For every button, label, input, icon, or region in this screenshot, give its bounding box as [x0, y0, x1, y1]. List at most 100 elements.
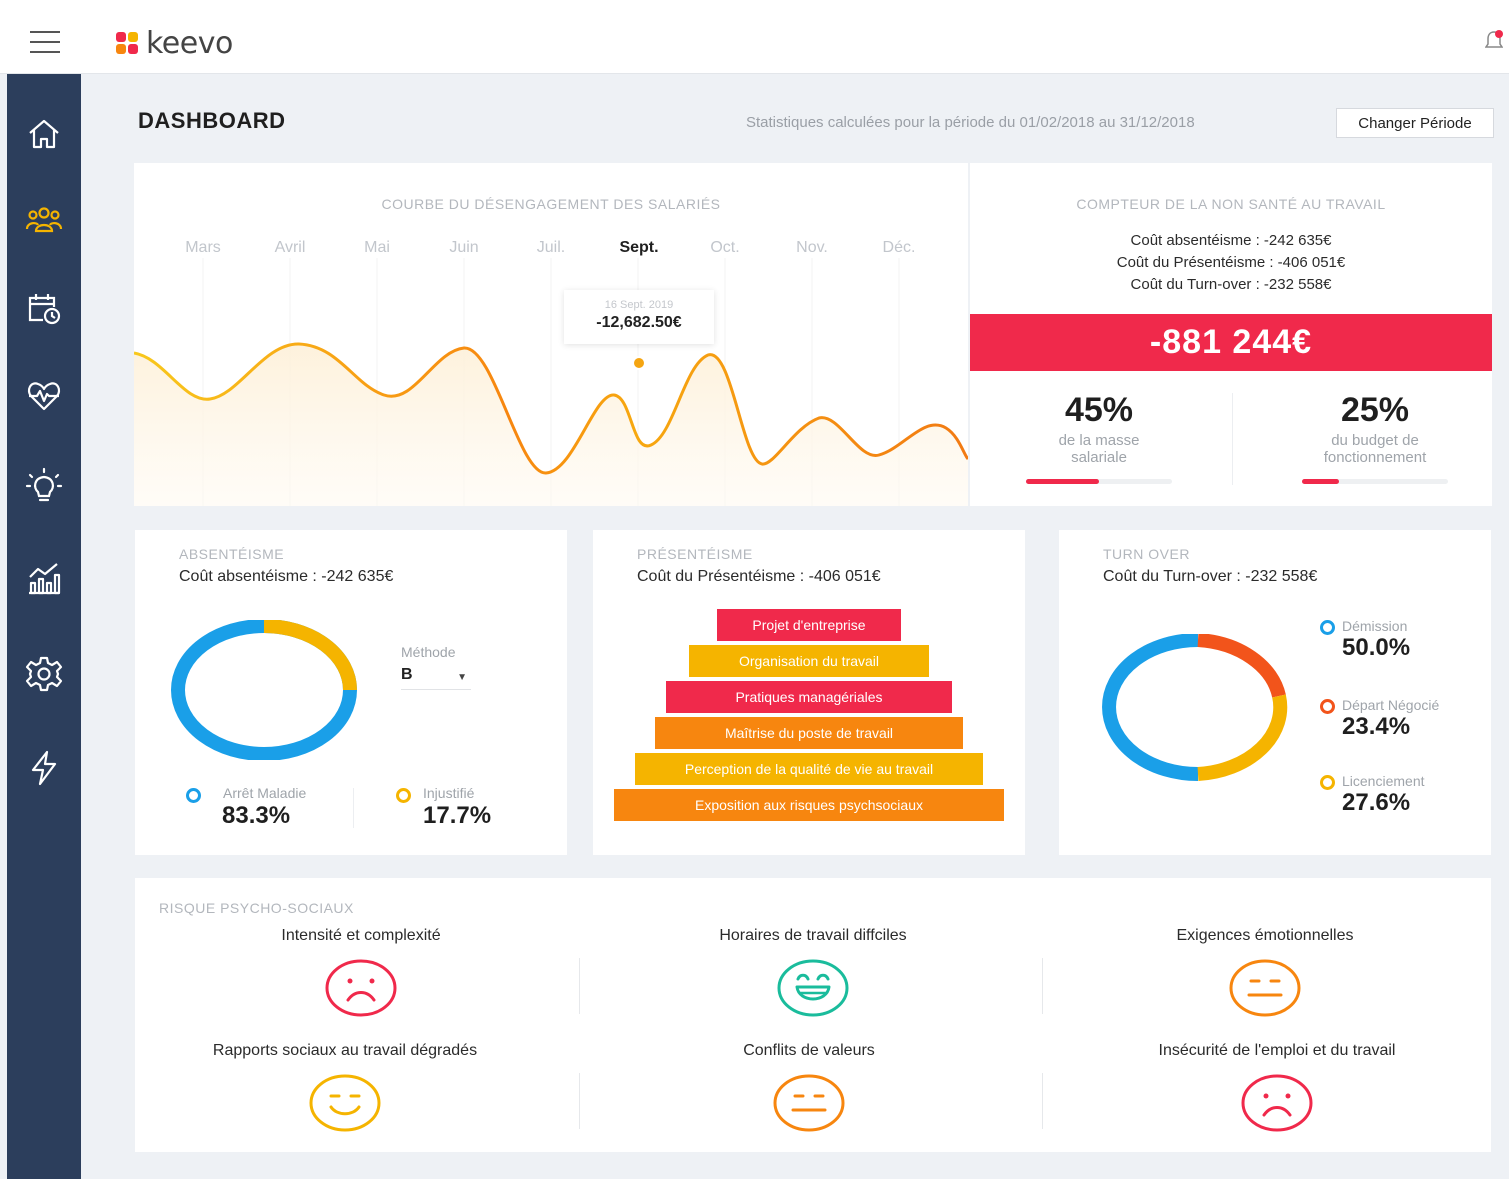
- month-label[interactable]: Oct.: [685, 239, 765, 257]
- non-health-counter-card: COMPTEUR DE LA NON SANTÉ AU TRAVAIL Coût…: [970, 163, 1492, 506]
- legend-label: Licenciement: [1342, 773, 1425, 789]
- turnover-subtitle: Coût du Turn-over : -232 558€: [1103, 568, 1318, 585]
- nav-actions[interactable]: [7, 738, 81, 798]
- legend-label: Arrêt Maladie: [223, 785, 307, 801]
- pyramid-level[interactable]: Pratiques managériales: [666, 681, 952, 713]
- budget-pct-label: du budget de fonctionnement: [1323, 432, 1427, 466]
- chart-tooltip: 16 Sept. 2019 -12,682.50€: [564, 290, 714, 344]
- month-label[interactable]: Déc.: [859, 239, 939, 257]
- turnover-card: TURN OVER Coût du Turn-over : -232 558€ …: [1059, 530, 1491, 855]
- tooltip-date: 16 Sept. 2019: [604, 299, 674, 311]
- budget-progress-fill: [1302, 479, 1339, 484]
- turnover-donut: [1102, 634, 1288, 781]
- legend-dot-negotiated: [1320, 699, 1335, 714]
- analytics-chart-icon: [29, 563, 61, 595]
- month-label[interactable]: Juin: [424, 239, 504, 257]
- pyramid-level[interactable]: Maîtrise du poste de travail: [655, 717, 963, 749]
- logo-text: keevo: [146, 26, 233, 61]
- neutral-face-icon: [773, 1074, 845, 1132]
- smile-face-icon: [309, 1074, 381, 1132]
- pyramid-level[interactable]: Organisation du travail: [689, 645, 929, 677]
- pyramid-level[interactable]: Exposition aux risques psychsociaux: [614, 789, 1004, 821]
- method-value: B: [401, 666, 413, 683]
- legend-dot-resignation: [1320, 620, 1335, 635]
- payroll-pct-value: 45%: [1064, 391, 1134, 429]
- legend-label: Injustifié: [423, 785, 475, 801]
- risk-item[interactable]: Rapports sociaux au travail dégradés: [119, 1042, 571, 1139]
- risk-divider: [1042, 1073, 1043, 1129]
- tooltip-value: -12,682.50€: [596, 314, 682, 331]
- bell-icon[interactable]: [1484, 30, 1504, 52]
- presenteeism-card: PRÉSENTÉISME Coût du Présentéisme : -406…: [593, 530, 1025, 855]
- risk-item[interactable]: Conflits de valeurs: [583, 1042, 1035, 1139]
- absenteeism-card: ABSENTÉISME Coût absentéisme : -242 635€…: [135, 530, 567, 855]
- turnover-cost-line: Coût du Turn-over : -232 558€: [1130, 276, 1332, 293]
- risk-title: RISQUE PSYCHO-SOCIAUX: [159, 900, 354, 916]
- month-label[interactable]: Mai: [337, 239, 417, 257]
- selected-point[interactable]: [632, 356, 646, 370]
- risk-label: Insécurité de l'emploi et du travail: [1158, 1042, 1396, 1059]
- calendar-clock-icon: [28, 294, 61, 325]
- method-select[interactable]: B ▼: [401, 666, 471, 690]
- turnover-title: TURN OVER: [1103, 546, 1190, 562]
- month-label-active[interactable]: Sept.: [599, 239, 679, 257]
- legend-divider: [353, 788, 354, 828]
- budget-percentage: 25% du budget de fonctionnement: [1275, 391, 1475, 466]
- lightbulb-icon: [25, 467, 63, 502]
- legend-value: 83.3%: [222, 802, 291, 829]
- risk-item[interactable]: Insécurité de l'emploi et du travail: [1051, 1042, 1503, 1139]
- turnover-negotiated-arc[interactable]: [1197, 634, 1286, 698]
- logo[interactable]: keevo: [116, 26, 233, 61]
- legend-value: 23.4%: [1342, 713, 1411, 740]
- risk-item[interactable]: Intensité et complexité: [135, 927, 587, 1024]
- change-period-button[interactable]: Changer Période: [1336, 108, 1494, 138]
- caret-down-icon: ▼: [457, 672, 467, 683]
- risk-label: Intensité et complexité: [281, 927, 441, 944]
- happy-face-icon: [777, 959, 849, 1017]
- payroll-progress-bar: [1026, 479, 1172, 484]
- absenteeism-title: ABSENTÉISME: [179, 546, 285, 562]
- legend-value: 17.7%: [423, 802, 492, 829]
- sidebar: [7, 74, 81, 1179]
- presenteeism-cost-line: Coût du Présentéisme : -406 051€: [1116, 254, 1346, 271]
- nav-analytics[interactable]: [7, 548, 81, 608]
- turnover-resignation-arc[interactable]: [1102, 634, 1199, 781]
- top-bar: keevo: [0, 0, 1509, 74]
- nav-planning[interactable]: [7, 278, 81, 338]
- payroll-pct-label: de la masse salariale: [1058, 432, 1140, 466]
- legend-value: 27.6%: [1342, 789, 1411, 816]
- month-label[interactable]: Mars: [163, 239, 243, 257]
- legend-label: Démission: [1342, 618, 1408, 634]
- counter-cost-lines: Coût absentéisme : -242 635€ Coût du Pré…: [970, 230, 1492, 296]
- counter-title: COMPTEUR DE LA NON SANTÉ AU TRAVAIL: [1076, 196, 1386, 212]
- home-icon: [29, 119, 59, 149]
- nav-home[interactable]: [7, 104, 81, 164]
- legend-dot-sick-leave: [186, 788, 201, 803]
- turnover-dismissal-arc[interactable]: [1197, 694, 1288, 781]
- pyramid-level[interactable]: Projet d'entreprise: [717, 609, 901, 641]
- risk-item[interactable]: Horaires de travail diffciles: [587, 927, 1039, 1024]
- risk-label: Exigences émotionnelles: [1176, 927, 1354, 944]
- risk-label: Conflits de valeurs: [743, 1042, 875, 1059]
- absenteeism-unjustified-arc[interactable]: [263, 620, 357, 691]
- month-label[interactable]: Nov.: [772, 239, 852, 257]
- budget-progress-bar: [1302, 479, 1448, 484]
- nav-employees[interactable]: [7, 190, 81, 250]
- presenteeism-subtitle: Coût du Présentéisme : -406 051€: [637, 568, 881, 585]
- risk-item[interactable]: Exigences émotionnelles: [1039, 927, 1491, 1024]
- hamburger-icon[interactable]: [30, 31, 60, 55]
- page-title: DASHBOARD: [138, 108, 286, 133]
- pyramid-level[interactable]: Perception de la qualité de vie au trava…: [635, 753, 983, 785]
- payroll-percentage: 45% de la masse salariale: [999, 391, 1199, 466]
- heart-pulse-icon: [27, 382, 61, 411]
- disengagement-chart: [134, 258, 968, 506]
- absenteeism-cost-line: Coût absentéisme : -242 635€: [1130, 232, 1332, 249]
- month-label[interactable]: Juil.: [511, 239, 591, 257]
- nav-ideas[interactable]: [7, 456, 81, 516]
- nav-health[interactable]: [7, 366, 81, 426]
- users-icon: [25, 207, 63, 233]
- legend-value: 50.0%: [1342, 634, 1411, 661]
- disengagement-card: COURBE DU DÉSENGAGEMENT DES SALARIÉS Mar…: [134, 163, 968, 506]
- month-label[interactable]: Avril: [250, 239, 330, 257]
- nav-settings[interactable]: [7, 644, 81, 704]
